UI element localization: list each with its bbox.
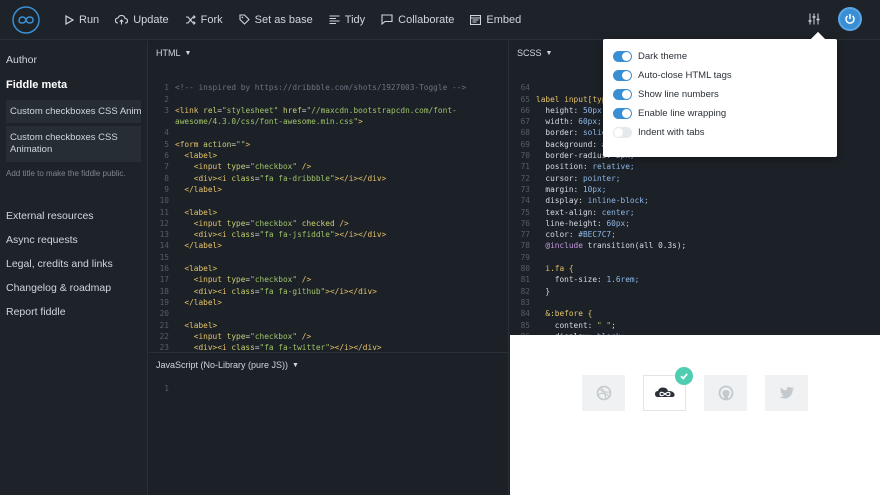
js-pane-title: JavaScript (No-Library (pure JS)) (156, 360, 289, 370)
sidebar-item-report-fiddle[interactable]: Report fiddle (6, 300, 141, 324)
dribbble-icon (596, 385, 611, 401)
embed-label: Embed (486, 13, 522, 26)
set-as-base-button[interactable]: Set as base (239, 14, 313, 26)
fiddle-title-input[interactable]: Custom checkboxes CSS Animation (6, 100, 141, 123)
tag-icon (239, 14, 250, 25)
option-label: Dark theme (638, 51, 688, 62)
sidebar-item-external-resources[interactable]: External resources (6, 204, 141, 228)
option-line-wrapping[interactable]: Enable line wrapping (613, 104, 827, 123)
align-left-icon (329, 15, 340, 24)
chat-icon (381, 14, 393, 25)
sidebar-item-legal[interactable]: Legal, credits and links (6, 252, 141, 276)
toggle-switch[interactable] (613, 51, 632, 62)
collaborate-label: Collaborate (398, 13, 455, 26)
sidebar-item-changelog[interactable]: Changelog & roadmap (6, 276, 141, 300)
update-button[interactable]: Update (115, 13, 169, 26)
jsfiddle-icon (654, 387, 675, 397)
html-code[interactable]: 1 <!-- inspired by https://dribbble.com/s… (149, 65, 508, 351)
fiddle-description-input[interactable]: Custom checkboxes CSS Animation (6, 126, 141, 162)
power-icon (845, 14, 855, 24)
toggle-switch[interactable] (613, 89, 632, 100)
checkbox-jsfiddle[interactable] (643, 367, 693, 411)
js-code[interactable]: 1 (149, 377, 508, 394)
caret-down-icon: ▼ (184, 49, 192, 57)
toggle-switch[interactable] (613, 127, 632, 138)
html-pane-header[interactable]: HTML ▼ (149, 41, 508, 65)
fork-button[interactable]: Fork (185, 14, 223, 26)
jsfiddle-logo[interactable] (8, 2, 44, 38)
option-auto-close-tags[interactable]: Auto-close HTML tags (613, 66, 827, 85)
scss-pane-title: SCSS (517, 48, 542, 58)
user-avatar-button[interactable] (838, 7, 862, 31)
run-label: Run (79, 13, 100, 26)
toggle-switch[interactable] (613, 70, 632, 81)
toggle-switch[interactable] (613, 108, 632, 119)
embed-button[interactable]: Embed (470, 14, 521, 26)
play-icon (65, 14, 74, 25)
checkbox-twitter[interactable] (765, 375, 808, 411)
option-indent-tabs[interactable]: Indent with tabs (613, 123, 827, 142)
html-pane-title: HTML (156, 48, 181, 58)
sidebar-item-author[interactable]: Author (6, 49, 141, 71)
collaborate-button[interactable]: Collaborate (381, 14, 454, 26)
sidebar-item-fiddle-meta[interactable]: Fiddle meta (6, 71, 141, 97)
shuffle-icon (185, 14, 196, 25)
editor-settings-popup: Dark theme Auto-close HTML tags Show lin… (603, 39, 837, 157)
embed-icon (470, 14, 482, 25)
check-icon (680, 373, 688, 380)
fork-label: Fork (200, 13, 223, 26)
option-label: Show line numbers (638, 89, 719, 100)
top-toolbar: Run Update Fork Set as base Tidy Collabo… (0, 0, 880, 40)
line-number: 1 (164, 384, 169, 393)
github-icon (718, 385, 733, 401)
caret-down-icon: ▼ (545, 49, 553, 57)
cloud-upload-icon (115, 14, 129, 24)
caret-down-icon: ▼ (292, 361, 299, 369)
checkbox-dribbble[interactable] (582, 375, 625, 411)
update-label: Update (133, 13, 169, 26)
checkmark-badge (675, 367, 693, 385)
result-pane[interactable] (510, 335, 880, 495)
js-pane-header[interactable]: JavaScript (No-Library (pure JS)) ▼ (149, 353, 508, 377)
option-dark-theme[interactable]: Dark theme (613, 47, 827, 66)
run-button[interactable]: Run (64, 14, 99, 26)
settings-sliders-icon[interactable] (808, 13, 820, 25)
option-label: Indent with tabs (638, 127, 705, 138)
sidebar: Author Fiddle meta Custom checkboxes CSS… (0, 41, 148, 495)
tidy-button[interactable]: Tidy (329, 14, 365, 26)
checkbox-github[interactable] (704, 375, 747, 411)
html-editor-pane[interactable]: HTML ▼ 1 <!-- inspired by https://dribbble… (149, 41, 509, 351)
option-line-numbers[interactable]: Show line numbers (613, 85, 827, 104)
sidebar-item-async-requests[interactable]: Async requests (6, 228, 141, 252)
js-editor-pane[interactable]: JavaScript (No-Library (pure JS)) ▼ 1 (149, 352, 509, 495)
tidy-label: Tidy (344, 13, 366, 26)
set-as-base-label: Set as base (254, 13, 313, 26)
twitter-icon (779, 387, 794, 399)
fiddle-public-hint: Add title to make the fiddle public. (6, 169, 126, 178)
option-label: Enable line wrapping (638, 108, 727, 119)
option-label: Auto-close HTML tags (638, 70, 732, 81)
